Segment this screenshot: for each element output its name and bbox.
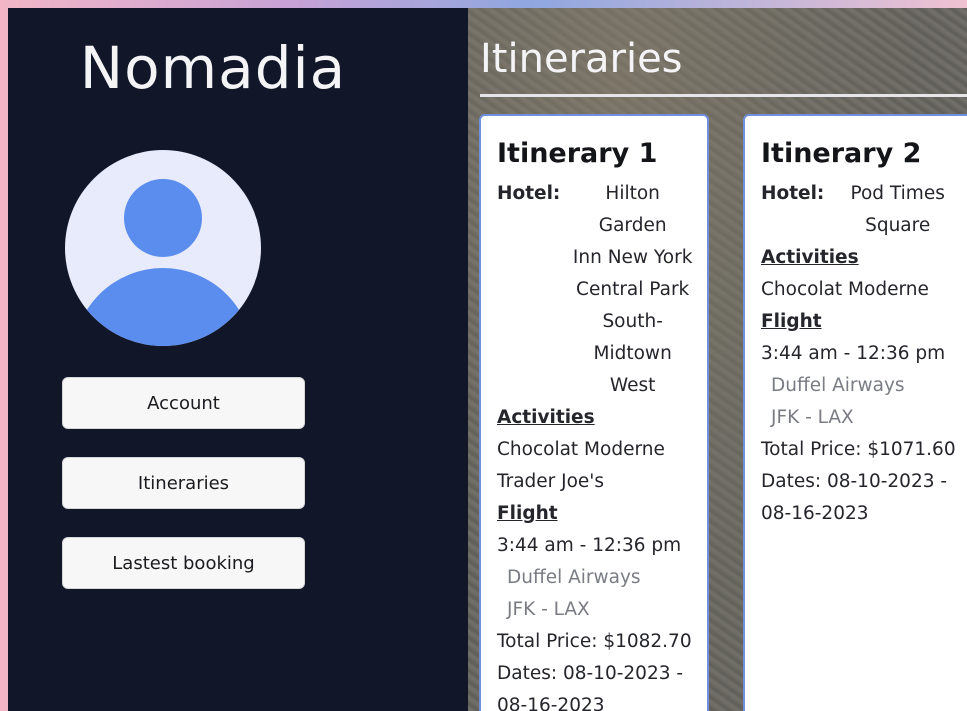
hotel-name-line: Central Park: [576, 279, 690, 300]
dates-start: Dates: 08-10-2023 -: [497, 663, 684, 684]
activities-heading: Activities: [497, 407, 595, 428]
flight-route: JFK - LAX: [507, 599, 590, 620]
flight-heading: Flight: [761, 311, 822, 332]
app-frame: Nomadia Account Itineraries Lastest book…: [0, 0, 967, 711]
itineraries-button[interactable]: Itineraries: [62, 457, 305, 509]
hotel-row: Hotel: Hilton Garden Inn New York Centra…: [497, 178, 693, 402]
airline-name: Duffel Airways: [771, 375, 905, 396]
brand-logo: Nomadia: [79, 34, 347, 102]
flight-route: JFK - LAX: [771, 407, 854, 428]
page-title: Itineraries: [480, 36, 683, 82]
hotel-name: Pod Times Square: [848, 178, 967, 242]
hotel-name-line: Inn New York: [572, 247, 693, 268]
activity-item: Trader Joe's: [497, 471, 605, 492]
flight-time: 3:44 am - 12:36 pm: [497, 535, 682, 556]
dates-end: 08-16-2023: [761, 503, 869, 524]
itinerary-card[interactable]: Itinerary 1 Hotel: Hilton Garden Inn New…: [479, 114, 709, 711]
activities-heading: Activities: [761, 247, 859, 268]
hotel-name-line: West: [609, 375, 656, 396]
main-content: Itineraries Itinerary 1 Hotel: Hilton Ga…: [468, 8, 967, 711]
flight-time: 3:44 am - 12:36 pm: [761, 343, 946, 364]
hotel-label: Hotel:: [761, 183, 825, 204]
avatar: [65, 150, 261, 346]
account-button[interactable]: Account: [62, 377, 305, 429]
title-divider: [480, 94, 967, 97]
flight-heading: Flight: [497, 503, 558, 524]
avatar-head-icon: [124, 179, 202, 257]
hotel-row: Hotel: Pod Times Square: [761, 178, 967, 242]
total-price: Total Price: $1071.60: [761, 439, 956, 460]
hotel-name-line: Midtown: [593, 343, 672, 364]
hotel-name: Hilton Garden Inn New York Central Park …: [572, 178, 693, 402]
airline-name: Duffel Airways: [507, 567, 641, 588]
itinerary-card[interactable]: Itinerary 2 Hotel: Pod Times Square Acti…: [743, 114, 967, 711]
dates-end: 08-16-2023: [497, 695, 605, 711]
activity-item: Chocolat Moderne: [497, 439, 665, 460]
dates-start: Dates: 08-10-2023 -: [761, 471, 948, 492]
itinerary-title: Itinerary 1: [497, 138, 658, 169]
sidebar: Nomadia Account Itineraries Lastest book…: [8, 8, 468, 711]
hotel-name-line: Pod Times: [850, 183, 945, 204]
latest-booking-button[interactable]: Lastest booking: [62, 537, 305, 589]
activity-item: Chocolat Moderne: [761, 279, 929, 300]
hotel-name-line: Hilton Garden: [598, 183, 667, 236]
hotel-label: Hotel:: [497, 183, 561, 204]
itinerary-title: Itinerary 2: [761, 138, 922, 169]
total-price: Total Price: $1082.70: [497, 631, 692, 652]
hotel-name-line: Square: [865, 215, 931, 236]
avatar-body-icon: [73, 268, 253, 346]
hotel-name-line: South-: [602, 311, 663, 332]
